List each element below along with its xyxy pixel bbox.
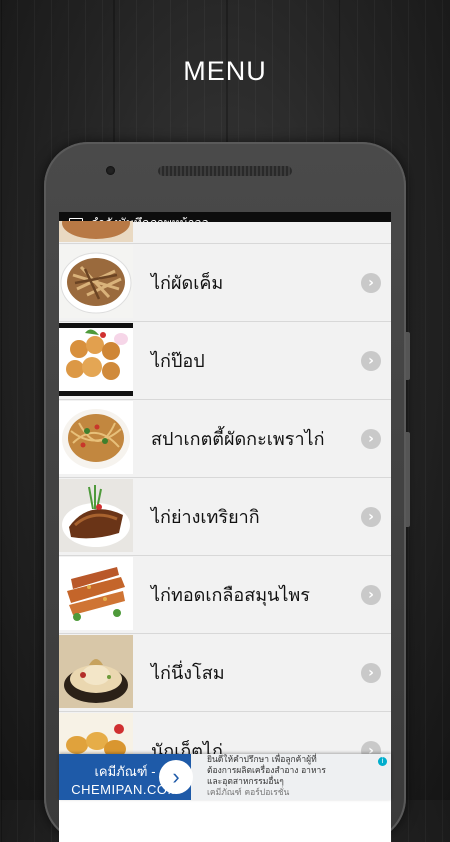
chevron-right-icon[interactable]: › [159,760,193,794]
chevron-right-icon[interactable]: › [361,506,381,527]
chevron-right-icon[interactable]: › [361,662,381,683]
food-thumbnail [59,245,133,318]
chevron-right-icon[interactable]: › [361,428,381,449]
food-thumbnail [59,221,133,242]
speaker-grille [158,166,292,176]
menu-item-label: ไก่ผัดเค็ม [151,273,224,294]
chevron-right-icon[interactable]: › [361,272,381,293]
list-item[interactable]: ไก่ย่างเทริยากิ › [59,478,391,556]
list-item[interactable]: ไก่ผัดเค็ม › [59,244,391,322]
chevron-right-icon[interactable]: › [361,350,381,371]
food-thumbnail [59,479,133,552]
ad-line: ยินดีให้คำปรึกษา เพื่อลูกค้าผู้ที่ [207,755,317,765]
info-icon[interactable]: i [378,757,387,766]
menu-item-label: ไก่ป๊อป [151,351,205,372]
list-item[interactable]: ไก่ทอดเกลือสมุนไพร › [59,556,391,634]
ad-text[interactable]: ยินดีให้คำปรึกษา เพื่อลูกค้าผู้ที่ ต้องก… [191,755,391,799]
menu-item-label: ไก่ย่างเทริยากิ [151,507,260,528]
list-item[interactable]: ไก่ป๊อป › [59,322,391,400]
volume-button [406,332,410,380]
list-item-partial[interactable] [59,221,391,244]
ad-line: และอุตสาหกรรมอื่นๆ [207,777,284,787]
phone-screen: กำลังบันทึกภาพหน้าจอ... ไก่ผัดเค็ม › [59,212,391,842]
ad-banner[interactable]: เคมีภัณฑ์ - CHEMIPAN.COM › ยินดีให้คำปรึ… [59,754,391,800]
chevron-right-icon[interactable]: › [361,584,381,605]
food-thumbnail [59,323,133,396]
menu-list[interactable]: ไก่ผัดเค็ม › ไก่ป๊อป › สปาเกตตี้ผัดกะเพร… [59,221,391,790]
food-thumbnail [59,557,133,630]
camera-icon [106,166,115,175]
list-item[interactable]: สปาเกตตี้ผัดกะเพราไก่ › [59,400,391,478]
ad-line: ต้องการผลิตเครื่องสำอาง อาหาร [207,766,326,776]
menu-item-label: ไก่ทอดเกลือสมุนไพร [151,585,310,606]
food-thumbnail [59,401,133,474]
page-title: MENU [183,56,267,86]
ad-line: เคมีภัณฑ์ คอร์ปอเรชั่น [207,788,290,798]
ad-brand[interactable]: เคมีภัณฑ์ - CHEMIPAN.COM › [59,754,193,800]
phone-frame: กำลังบันทึกภาพหน้าจอ... ไก่ผัดเค็ม › [44,142,410,842]
menu-item-label: ไก่นึ่งโสม [151,663,225,684]
list-item[interactable]: ไก่นึ่งโสม › [59,634,391,712]
menu-item-label: สปาเกตตี้ผัดกะเพราไก่ [151,429,325,450]
power-button [406,432,410,527]
food-thumbnail [59,635,133,708]
